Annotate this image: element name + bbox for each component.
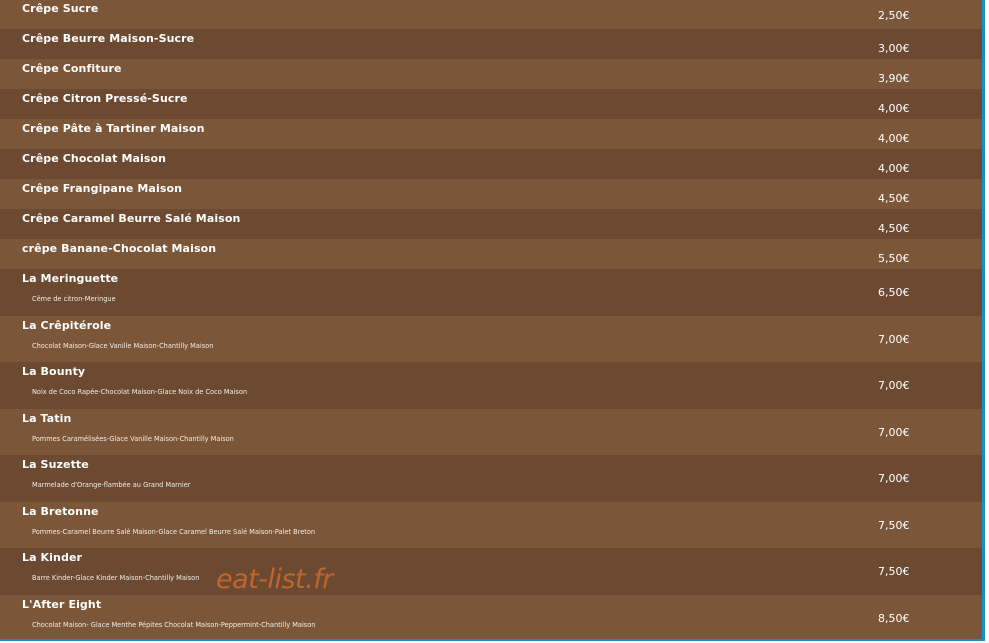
item-price: 2,50€ bbox=[878, 9, 910, 22]
menu-item: La Bretonne Pommes-Caramel Beurre Salé M… bbox=[0, 501, 982, 548]
menu-item: Crêpe Confiture 3,90€ bbox=[0, 59, 982, 89]
item-price: 7,50€ bbox=[878, 518, 910, 532]
menu-item: La Tatin Pommes Caramélisées-Glace Vanil… bbox=[0, 408, 982, 455]
item-name: La Tatin bbox=[22, 411, 72, 425]
item-description: Pommes-Caramel Beurre Salé Maison-Glace … bbox=[32, 527, 316, 536]
item-name: La Crêpitérole bbox=[22, 318, 112, 332]
menu-item: La Crêpitérole Chocolat Maison-Glace Van… bbox=[0, 315, 982, 362]
item-price: 7,00€ bbox=[878, 425, 910, 439]
menu-item: Crêpe Caramel Beurre Salé Maison 4,50€ bbox=[0, 209, 982, 239]
item-name: Crêpe Caramel Beurre Salé Maison bbox=[22, 212, 241, 225]
item-name: Crêpe Frangipane Maison bbox=[22, 182, 183, 195]
item-description: Chocolat Maison- Glace Menthe Pépites Ch… bbox=[32, 620, 316, 629]
item-name: Crêpe Citron Pressé-Sucre bbox=[22, 92, 188, 105]
item-name: Crêpe Beurre Maison-Sucre bbox=[22, 32, 195, 45]
item-description: Noix de Coco Rapée-Chocolat Maison-Glace… bbox=[32, 388, 248, 396]
item-name: crêpe Banane-Chocolat Maison bbox=[22, 242, 217, 255]
item-name: La Meringuette bbox=[22, 272, 119, 285]
menu-item: Crêpe Beurre Maison-Sucre 3,00€ bbox=[0, 29, 982, 59]
item-name: Crêpe Pâte à Tartiner Maison bbox=[22, 122, 205, 135]
item-name: Crêpe Sucre bbox=[22, 2, 99, 15]
item-price: 4,00€ bbox=[878, 102, 910, 115]
item-description: Barre Kinder-Glace Kinder Maison-Chantil… bbox=[32, 574, 200, 582]
item-price: 4,00€ bbox=[878, 162, 910, 175]
menu-item: La Suzette Marmelade d'Orange-flambée au… bbox=[0, 455, 982, 502]
item-price: 4,00€ bbox=[878, 132, 910, 145]
item-description: Cême de citron-Meringue bbox=[32, 295, 116, 303]
item-name: La Bretonne bbox=[22, 504, 99, 518]
item-description: Chocolat Maison-Glace Vanille Maison-Cha… bbox=[32, 341, 214, 350]
menu-item: Crêpe Chocolat Maison 4,00€ bbox=[0, 149, 982, 179]
item-price: 7,00€ bbox=[878, 379, 910, 392]
menu-item: La Bounty Noix de Coco Rapée-Chocolat Ma… bbox=[0, 362, 982, 409]
menu-item: L'After Eight Chocolat Maison- Glace Men… bbox=[0, 594, 982, 639]
menu-item: La Meringuette Cême de citron-Meringue 6… bbox=[0, 269, 982, 316]
item-price: 4,50€ bbox=[878, 192, 910, 205]
item-price: 5,50€ bbox=[878, 252, 910, 265]
menu-item: crêpe Banane-Chocolat Maison 5,50€ bbox=[0, 239, 982, 269]
item-name: Crêpe Confiture bbox=[22, 62, 122, 75]
item-name: Crêpe Chocolat Maison bbox=[22, 152, 167, 165]
item-name: L'After Eight bbox=[22, 597, 102, 611]
menu-item: Crêpe Pâte à Tartiner Maison 4,00€ bbox=[0, 119, 982, 149]
menu-item: La Kinder Barre Kinder-Glace Kinder Mais… bbox=[0, 548, 982, 595]
menu-item: Crêpe Citron Pressé-Sucre 4,00€ bbox=[0, 89, 982, 119]
item-name: La Suzette bbox=[22, 458, 89, 471]
menu-item: Crêpe Sucre 2,50€ bbox=[0, 0, 982, 29]
menu-list: Crêpe Sucre 2,50€ Crêpe Beurre Maison-Su… bbox=[0, 0, 985, 641]
item-price: 7,00€ bbox=[878, 472, 910, 485]
item-price: 3,90€ bbox=[878, 72, 910, 85]
item-price: 3,00€ bbox=[878, 42, 910, 55]
item-price: 4,50€ bbox=[878, 222, 910, 235]
watermark-logo: eat-list.fr bbox=[216, 564, 333, 595]
item-name: La Kinder bbox=[22, 551, 83, 564]
item-name: La Bounty bbox=[22, 365, 86, 378]
menu-item: Crêpe Frangipane Maison 4,50€ bbox=[0, 179, 982, 209]
item-description: Marmelade d'Orange-flambée au Grand Marn… bbox=[32, 481, 191, 489]
item-price: 7,00€ bbox=[878, 332, 910, 346]
item-price: 6,50€ bbox=[878, 286, 910, 299]
item-price: 8,50€ bbox=[878, 611, 910, 625]
item-price: 7,50€ bbox=[878, 565, 910, 578]
item-description: Pommes Caramélisées-Glace Vanille Maison… bbox=[32, 434, 234, 443]
